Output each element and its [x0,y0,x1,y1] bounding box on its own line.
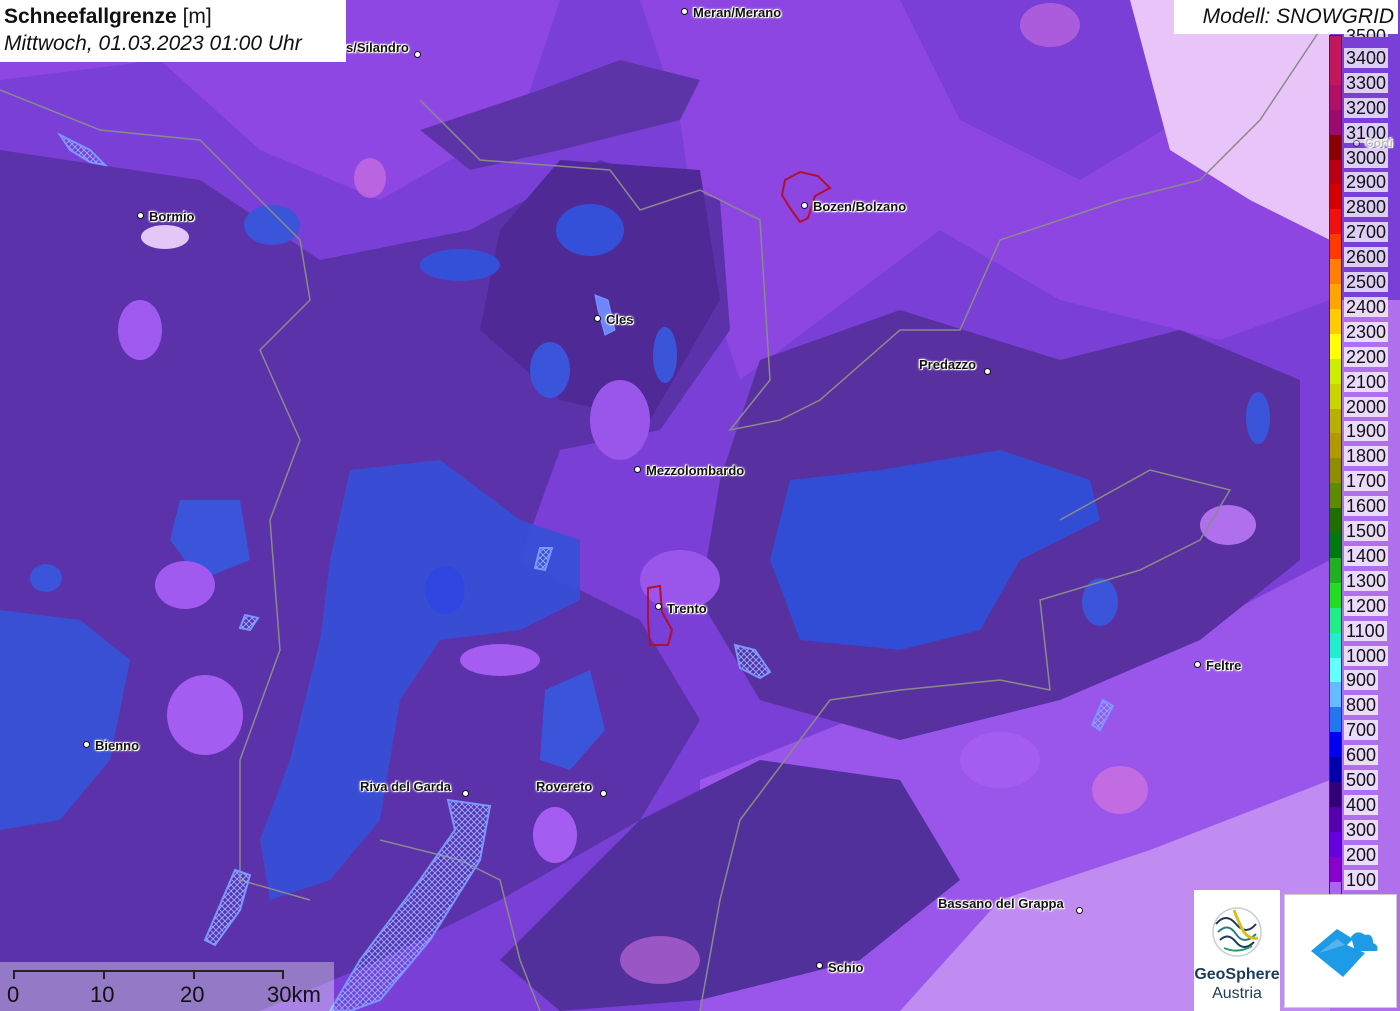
city-label-predazzo[interactable]: Predazzo [919,357,976,372]
city-marker [681,8,688,15]
legend-label: 1800 [1344,446,1389,467]
scale-label: 10 [90,982,115,1007]
city-label-cles[interactable]: Cles [606,312,633,327]
legend-label: 2200 [1344,346,1389,367]
legend-label: 800 [1344,695,1379,716]
legend-label: 1200 [1344,595,1389,616]
title-unit: [m] [182,5,212,28]
legend-label: 1700 [1344,471,1389,492]
city-label-trento[interactable]: Trento [667,601,707,616]
city-label-mezzolombardo[interactable]: Mezzolombardo [646,463,744,478]
legend-label: 2000 [1344,396,1389,417]
city-marker [462,790,469,797]
legend-border [1329,35,1342,907]
geosphere-country: Austria [1212,985,1262,1002]
city-marker [137,212,144,219]
scale-bar: 0 10 20 30km [0,962,334,1011]
scale-line [14,970,284,972]
legend-label: 1000 [1344,645,1389,666]
geosphere-name: GeoSphere [1194,966,1280,983]
city-label-schio[interactable]: Schio [828,960,863,975]
legend-label: 1500 [1344,521,1389,541]
map-title: Schneefallgrenze [m] [4,3,346,30]
legend-label: 2400 [1344,296,1389,317]
legend-label: 1300 [1344,570,1389,591]
city-label-silandro[interactable]: s/Silandro [346,40,409,55]
legend-label: 700 [1344,720,1379,741]
city-marker [594,315,601,322]
city-label-bienno[interactable]: Bienno [95,738,139,753]
legend-label: 3500 [1344,26,1389,37]
legend-label: 2100 [1344,371,1389,392]
scale-tick [103,970,105,979]
city-label-bassano-del-grappa[interactable]: Bassano del Grappa [938,896,1064,911]
legend-label: 3300 [1344,72,1389,93]
city-marker [655,603,662,610]
scale-label: 20 [180,982,205,1007]
legend-label: 3000 [1344,147,1389,168]
city-marker [984,368,991,375]
legend-label: 2600 [1344,247,1389,268]
forecast-date: Mittwoch, 01.03.2023 01:00 Uhr [4,32,302,55]
legend-label: 1400 [1344,545,1389,566]
legend-label: 400 [1344,794,1379,815]
legend-label: 2800 [1344,197,1389,218]
legend-label: 300 [1344,819,1379,840]
app-logo[interactable] [1284,894,1397,1008]
city-label-bormio[interactable]: Bormio [149,209,195,224]
city-marker [1353,140,1360,147]
city-marker [816,962,823,969]
legend-label: 500 [1344,770,1379,790]
legend-label: 600 [1344,745,1379,766]
legend-label: 1600 [1344,496,1389,517]
geosphere-emblem-icon [1212,907,1262,957]
city-marker [83,741,90,748]
mountain-cloud-logo-icon [1311,929,1378,977]
snowfall-line-map[interactable] [0,0,1400,1011]
legend-label: 2700 [1344,222,1389,243]
city-marker [414,51,421,58]
legend-label: 200 [1344,844,1379,865]
scale-tick [282,970,284,979]
scale-tick [13,970,15,979]
city-label-bolzano[interactable]: Bozen/Bolzano [813,199,906,214]
title-text: Schneefallgrenze [4,5,177,28]
city-marker [801,202,808,209]
legend-label: 2300 [1344,321,1389,342]
map-title-box: Schneefallgrenze [m] Mittwoch, 01.03.202… [0,0,346,62]
color-legend: 3500 3400 3300 3200 3100 3000 2900 2800 2700 2600… [1329,26,1400,907]
city-label-rovereto[interactable]: Rovereto [536,779,592,794]
scale-tick [193,970,195,979]
geosphere-logo[interactable]: GeoSphere Austria [1194,890,1280,1011]
legend-label: 2900 [1344,172,1389,193]
city-marker [634,466,641,473]
legend-label: 1900 [1344,421,1389,442]
city-marker [1194,661,1201,668]
legend-label: 3200 [1344,97,1389,118]
scale-label: 0 [7,982,20,1007]
city-marker [1076,907,1083,914]
scale-label: 30km [267,982,321,1007]
city-label-feltre[interactable]: Feltre [1206,658,1241,673]
city-label-corti[interactable]: Corti [1365,136,1393,150]
legend-label: 100 [1344,869,1379,890]
legend-label: 3400 [1344,47,1389,68]
city-label-meran[interactable]: Meran/Merano [693,5,781,20]
legend-label: 900 [1344,670,1379,691]
city-marker [600,790,607,797]
city-label-riva-del-garda[interactable]: Riva del Garda [360,779,451,794]
legend-label: 1100 [1344,620,1387,641]
legend-label: 2500 [1344,272,1389,292]
